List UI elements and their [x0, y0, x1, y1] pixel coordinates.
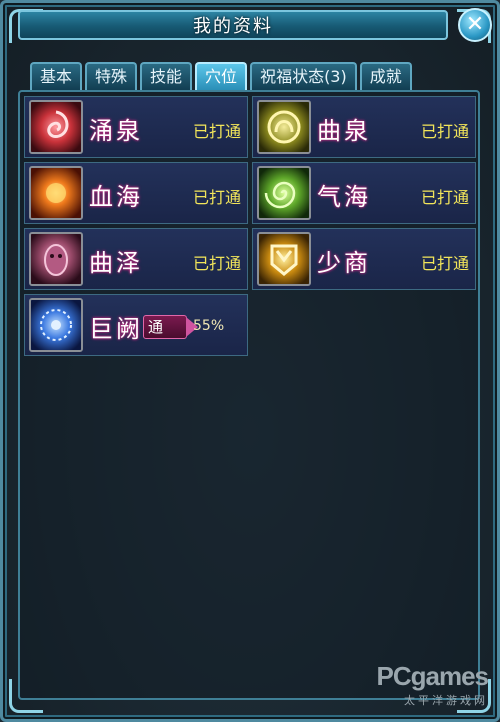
- acupoint-panel: 涌泉 已打通 曲泉 已打通 血海 已打通 气海 已打通 曲泽 已打通 少商 已打…: [18, 90, 480, 700]
- quze-icon: [29, 232, 83, 286]
- acupoint-status: 已打通: [192, 254, 241, 273]
- yongquan-icon: [29, 100, 83, 154]
- acupoint-name: 少商: [317, 249, 371, 277]
- tab-acupoints[interactable]: 穴位: [195, 62, 248, 90]
- xuehai-icon: [29, 166, 83, 220]
- tab-basic[interactable]: 基本: [30, 62, 83, 90]
- acupoint-name: 涌泉: [89, 117, 143, 145]
- acupoint-status: 已打通: [420, 122, 469, 141]
- acupoint-name: 气海: [317, 183, 371, 211]
- acupoint-name: 曲泉: [317, 117, 371, 145]
- acupoint-item-ququan[interactable]: 曲泉 已打通: [252, 96, 476, 158]
- acupoint-item-xuehai[interactable]: 血海 已打通: [24, 162, 248, 224]
- acupoint-item-quze[interactable]: 曲泽 已打通: [24, 228, 248, 290]
- open-acupoint-button[interactable]: 通: [143, 315, 198, 339]
- tab-bar: 基本 特殊 技能 穴位 祝福状态(3) 成就: [30, 62, 412, 90]
- acupoint-name: 巨阙: [89, 315, 143, 343]
- acupoint-item-qihai[interactable]: 气海 已打通: [252, 162, 476, 224]
- acupoint-item-juque[interactable]: 巨阙 通 55%: [24, 294, 248, 356]
- close-button[interactable]: ✕: [458, 8, 492, 42]
- shaoshang-icon: [257, 232, 311, 286]
- watermark-subtitle: 太平洋游戏网: [404, 695, 488, 707]
- tab-special[interactable]: 特殊: [85, 62, 138, 90]
- acupoint-status: 已打通: [420, 254, 469, 273]
- acupoint-status: 已打通: [420, 188, 469, 207]
- window-title: 我的资料: [18, 10, 448, 40]
- qihai-icon: [257, 166, 311, 220]
- acupoint-status: 已打通: [192, 188, 241, 207]
- acupoint-item-yongquan[interactable]: 涌泉 已打通: [24, 96, 248, 158]
- open-acupoint-label: 通: [148, 318, 164, 336]
- acupoint-item-shaoshang[interactable]: 少商 已打通: [252, 228, 476, 290]
- ququan-icon: [257, 100, 311, 154]
- acupoint-progress: 55%: [193, 318, 225, 334]
- acupoint-status: 已打通: [192, 122, 241, 141]
- acupoint-name: 血海: [89, 183, 143, 211]
- tab-blessings[interactable]: 祝福状态(3): [250, 62, 357, 90]
- acupoint-name: 曲泽: [89, 249, 143, 277]
- site-watermark: PCgames 太平洋游戏网: [377, 661, 489, 708]
- tab-skills[interactable]: 技能: [140, 62, 193, 90]
- watermark-logo: PCgames: [376, 661, 489, 691]
- juque-icon: [29, 298, 83, 352]
- tab-achievements[interactable]: 成就: [359, 62, 412, 90]
